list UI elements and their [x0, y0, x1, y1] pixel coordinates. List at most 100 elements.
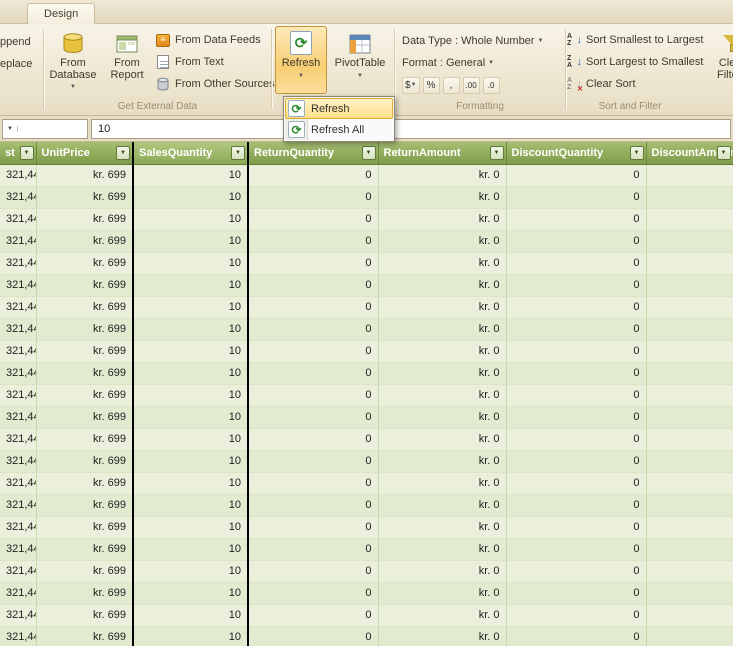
cell[interactable]: 0 — [506, 384, 647, 407]
name-box-dropdown-icon[interactable]: ▼ — [3, 125, 18, 132]
cell[interactable]: kr. 0 — [378, 186, 507, 209]
thousands-separator-button[interactable]: , — [442, 76, 460, 94]
cell[interactable]: kr. 699 — [36, 252, 134, 275]
cell[interactable]: 10 — [132, 208, 249, 231]
cell[interactable]: 321,44 — [0, 362, 37, 385]
cell[interactable]: 321,44 — [0, 604, 37, 627]
cell[interactable]: 10 — [132, 362, 249, 385]
cell[interactable]: kr. 0 — [378, 230, 507, 253]
cell[interactable]: kr. 0 — [378, 406, 507, 429]
cell[interactable]: 321,44 — [0, 582, 37, 605]
cell[interactable]: kr. 699 — [36, 516, 134, 539]
cell[interactable]: 0 — [248, 626, 379, 646]
column-header-st[interactable]: st ▼ — [0, 142, 37, 165]
filter-button[interactable]: ▼ — [19, 146, 34, 160]
cell[interactable]: 10 — [132, 318, 249, 341]
cell[interactable]: 0 — [506, 296, 647, 319]
menu-item-refresh-all[interactable]: ⟳ Refresh All — [285, 119, 393, 140]
cell[interactable]: 0 — [506, 604, 647, 627]
cell[interactable]: 321,44 — [0, 472, 37, 495]
cell[interactable]: 10 — [132, 428, 249, 451]
cell[interactable]: 321,44 — [0, 538, 37, 561]
cell[interactable]: 0 — [248, 472, 379, 495]
cell[interactable]: 0 — [506, 186, 647, 209]
cell[interactable] — [646, 538, 733, 561]
cell[interactable]: 10 — [132, 274, 249, 297]
cell[interactable]: 0 — [248, 538, 379, 561]
decrease-decimal-button[interactable]: .0 — [482, 76, 500, 94]
cell[interactable]: 0 — [248, 428, 379, 451]
cell[interactable] — [646, 560, 733, 583]
percent-button[interactable]: % — [422, 76, 440, 94]
cell[interactable]: 321,44 — [0, 406, 37, 429]
refresh-button[interactable]: ⟳ Refresh ▼ — [275, 26, 327, 94]
from-other-sources-button[interactable]: From Other Sources — [155, 74, 275, 94]
cell[interactable]: kr. 0 — [378, 626, 507, 646]
cell[interactable]: kr. 0 — [378, 428, 507, 451]
sort-descending-button[interactable]: ZA ↓ Sort Largest to Smallest — [567, 52, 703, 72]
cell[interactable]: 0 — [248, 230, 379, 253]
cell[interactable]: 10 — [132, 296, 249, 319]
cell[interactable]: kr. 699 — [36, 384, 134, 407]
cell[interactable]: 0 — [506, 208, 647, 231]
cell[interactable]: kr. 0 — [378, 164, 507, 187]
cell[interactable]: kr. 699 — [36, 582, 134, 605]
cell[interactable] — [646, 472, 733, 495]
cell[interactable]: 0 — [506, 538, 647, 561]
cell[interactable]: 0 — [506, 274, 647, 297]
cell[interactable]: 10 — [132, 230, 249, 253]
column-header-returnquantity[interactable]: ReturnQuantity ▼ — [248, 142, 379, 165]
formula-input[interactable]: 10 — [91, 118, 731, 139]
cell[interactable]: 0 — [506, 472, 647, 495]
cell[interactable] — [646, 274, 733, 297]
column-header-discountamount[interactable]: DiscountAmount ▼ — [646, 142, 733, 165]
cell[interactable]: 321,44 — [0, 340, 37, 363]
cell[interactable]: kr. 0 — [378, 516, 507, 539]
cell[interactable]: 10 — [132, 538, 249, 561]
cell[interactable]: 10 — [132, 494, 249, 517]
cell[interactable]: kr. 699 — [36, 340, 134, 363]
menu-item-refresh[interactable]: ⟳ Refresh — [285, 98, 393, 119]
cell[interactable]: 0 — [506, 428, 647, 451]
cell[interactable]: 321,44 — [0, 560, 37, 583]
filter-button[interactable]: ▼ — [716, 146, 731, 160]
cell[interactable] — [646, 296, 733, 319]
cell[interactable]: kr. 699 — [36, 274, 134, 297]
cell[interactable]: 0 — [248, 406, 379, 429]
cell[interactable]: kr. 699 — [36, 296, 134, 319]
cell[interactable]: 10 — [132, 560, 249, 583]
filter-button[interactable]: ▼ — [116, 146, 130, 160]
cell[interactable]: 10 — [132, 472, 249, 495]
cell[interactable]: kr. 0 — [378, 582, 507, 605]
cell[interactable]: kr. 0 — [378, 538, 507, 561]
cell[interactable] — [646, 626, 733, 646]
cell[interactable]: 321,44 — [0, 274, 37, 297]
cell[interactable]: 10 — [132, 582, 249, 605]
cell[interactable]: 0 — [506, 582, 647, 605]
cell[interactable] — [646, 208, 733, 231]
clear-filters-button[interactable]: ✕ Clear Filters — [708, 26, 733, 94]
cell[interactable]: 321,44 — [0, 186, 37, 209]
cell[interactable]: 10 — [132, 340, 249, 363]
cell[interactable]: 0 — [506, 362, 647, 385]
cell[interactable] — [646, 164, 733, 187]
column-header-salesquantity[interactable]: SalesQuantity ▼ — [132, 142, 249, 165]
cell[interactable]: kr. 0 — [378, 450, 507, 473]
cell[interactable]: 10 — [132, 186, 249, 209]
cell[interactable]: 0 — [248, 604, 379, 627]
cell[interactable] — [646, 428, 733, 451]
cell[interactable]: kr. 699 — [36, 406, 134, 429]
cell[interactable]: 0 — [248, 164, 379, 187]
cell[interactable]: 321,44 — [0, 318, 37, 341]
cell[interactable] — [646, 340, 733, 363]
cell[interactable]: 0 — [506, 318, 647, 341]
cell[interactable] — [646, 494, 733, 517]
cell[interactable]: kr. 0 — [378, 252, 507, 275]
cell[interactable]: kr. 699 — [36, 186, 134, 209]
cell[interactable]: kr. 0 — [378, 362, 507, 385]
cell[interactable]: 0 — [248, 274, 379, 297]
cell[interactable]: kr. 699 — [36, 362, 134, 385]
column-header-unitprice[interactable]: UnitPrice ▼ — [36, 142, 134, 165]
cell[interactable]: 321,44 — [0, 252, 37, 275]
cell[interactable]: kr. 699 — [36, 560, 134, 583]
